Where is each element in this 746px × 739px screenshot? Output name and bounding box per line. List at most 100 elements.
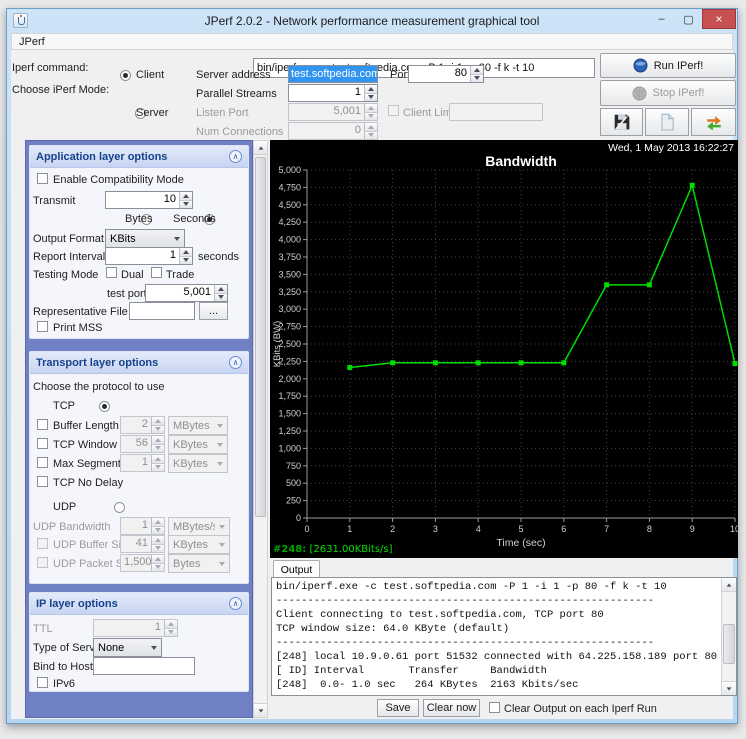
- restore-defaults-button[interactable]: [645, 108, 689, 136]
- output-scrollbar[interactable]: [721, 578, 736, 695]
- svg-text:250: 250: [286, 496, 301, 506]
- tcp-window-spinner: 56: [120, 435, 165, 453]
- refresh-button[interactable]: [691, 108, 736, 136]
- parallel-streams-spinner[interactable]: 1: [288, 84, 378, 102]
- report-interval-spinner[interactable]: 1: [105, 247, 193, 265]
- buffer-length-checkbox[interactable]: [37, 419, 48, 430]
- scroll-up-arrow[interactable]: [254, 141, 267, 155]
- stop-iperf-button: Stop IPerf!: [600, 80, 736, 106]
- maximize-button[interactable]: ▢: [675, 9, 702, 29]
- num-connections-spinner: 0: [288, 122, 378, 140]
- scroll-down-arrow[interactable]: [254, 703, 267, 717]
- print-mss-label[interactable]: Print MSS: [53, 322, 103, 334]
- client-radio-label[interactable]: Client: [136, 69, 164, 81]
- svg-text:500: 500: [286, 478, 301, 488]
- collapse-icon[interactable]: ∧: [229, 597, 242, 610]
- tos-dropdown[interactable]: None: [93, 638, 162, 657]
- bind-host-label: Bind to Host: [33, 661, 93, 673]
- udp-packet-spinner: 1,500: [120, 554, 165, 572]
- svg-text:0: 0: [304, 524, 309, 534]
- svg-text:4: 4: [476, 524, 481, 534]
- transmit-spinner[interactable]: 10: [105, 191, 193, 209]
- svg-text:0: 0: [296, 513, 301, 523]
- test-port-spinner[interactable]: 5,001: [145, 284, 228, 302]
- scroll-down-arrow[interactable]: [722, 681, 736, 695]
- output-text[interactable]: bin/iperf.exe -c test.softpedia.com -P 1…: [276, 580, 718, 693]
- bind-host-field[interactable]: [93, 657, 195, 675]
- options-scrollbar[interactable]: [253, 140, 268, 718]
- save-config-button[interactable]: [600, 108, 643, 136]
- ip-layer-header[interactable]: IP layer options ∧: [30, 593, 248, 615]
- transport-layer-header[interactable]: Transport layer options ∧: [30, 352, 248, 374]
- server-radio-label[interactable]: Server: [136, 107, 168, 119]
- clear-output-checkbox[interactable]: [489, 702, 500, 713]
- bandwidth-chart: Wed, 1 May 2013 16:22:27 Bandwidth 0 250 500…: [270, 140, 738, 558]
- max-segment-checkbox[interactable]: [37, 457, 48, 468]
- svg-text:7: 7: [604, 524, 609, 534]
- clear-output-label[interactable]: Clear Output on each Iperf Run: [504, 703, 657, 715]
- ipv6-checkbox[interactable]: [37, 677, 48, 688]
- selected-text: test.softpedia.com: [289, 66, 378, 82]
- tcp-radio[interactable]: [99, 401, 110, 412]
- output-tab[interactable]: Output: [273, 560, 320, 578]
- buffer-length-spinner: 2: [120, 416, 165, 434]
- client-radio[interactable]: [120, 70, 131, 81]
- ipv6-label[interactable]: IPv6: [53, 678, 75, 690]
- seconds-radio-label[interactable]: Seconds: [173, 213, 216, 225]
- report-interval-label: Report Interval: [33, 251, 105, 263]
- compat-mode-label[interactable]: Enable Compatibility Mode: [53, 174, 184, 186]
- svg-text:1,250: 1,250: [278, 426, 301, 436]
- udp-buffer-spinner: 41: [120, 535, 165, 553]
- output-format-dropdown[interactable]: KBits: [105, 229, 185, 248]
- clear-now-button[interactable]: Clear now: [423, 699, 480, 717]
- compat-mode-checkbox[interactable]: [37, 173, 48, 184]
- output-format-label: Output Format: [33, 233, 104, 245]
- print-mss-checkbox[interactable]: [37, 321, 48, 332]
- dual-label[interactable]: Dual: [121, 269, 144, 281]
- collapse-icon[interactable]: ∧: [229, 150, 242, 163]
- save-output-button[interactable]: Save: [377, 699, 419, 717]
- listen-port-label: Listen Port: [196, 107, 249, 119]
- chart-xlabel: Time (sec): [496, 537, 545, 549]
- scrollbar-thumb[interactable]: [723, 624, 735, 664]
- server-address-field[interactable]: test.softpedia.com: [288, 65, 378, 83]
- iperf-command-label: Iperf command:: [12, 62, 88, 74]
- stop-icon: [632, 86, 647, 101]
- tcp-radio-label[interactable]: TCP: [53, 400, 75, 412]
- chart-timestamp: Wed, 1 May 2013 16:22:27: [608, 142, 734, 154]
- close-button[interactable]: ×: [702, 9, 736, 29]
- chart-ylabel: KBits (BW): [272, 321, 283, 367]
- testing-mode-label: Testing Mode: [33, 269, 98, 281]
- representative-file-field[interactable]: [129, 302, 195, 320]
- scrollbar-thumb[interactable]: [255, 157, 266, 517]
- scroll-up-arrow[interactable]: [722, 578, 736, 592]
- trade-label[interactable]: Trade: [166, 269, 194, 281]
- trade-checkbox[interactable]: [151, 267, 162, 278]
- dual-checkbox[interactable]: [106, 267, 117, 278]
- svg-text:1: 1: [347, 524, 352, 534]
- menu-jperf[interactable]: JPerf: [12, 36, 52, 48]
- floppy-save-icon: [613, 113, 631, 131]
- protocol-label: Choose the protocol to use: [33, 381, 164, 393]
- chart-title: Bandwidth: [485, 153, 557, 169]
- svg-text:8: 8: [647, 524, 652, 534]
- tcp-window-checkbox[interactable]: [37, 438, 48, 449]
- svg-text:3,250: 3,250: [278, 287, 301, 297]
- minimize-button[interactable]: –: [648, 9, 675, 29]
- svg-text:4,750: 4,750: [278, 182, 301, 192]
- run-iperf-button[interactable]: Run IPerf!: [600, 53, 736, 78]
- tcp-no-delay-checkbox[interactable]: [37, 476, 48, 487]
- collapse-icon[interactable]: ∧: [229, 356, 242, 369]
- udp-radio-label[interactable]: UDP: [53, 501, 76, 513]
- ttl-spinner: 1: [93, 619, 178, 637]
- title-bar[interactable]: JPerf 2.0.2 - Network performance measur…: [7, 9, 737, 33]
- num-connections-label: Num Connections: [196, 126, 283, 138]
- buffer-length-label[interactable]: Buffer Length: [53, 420, 119, 432]
- browse-button[interactable]: ...: [199, 302, 228, 320]
- udp-buffer-checkbox: [37, 538, 48, 549]
- tcp-no-delay-label[interactable]: TCP No Delay: [53, 477, 123, 489]
- svg-text:750: 750: [286, 461, 301, 471]
- port-spinner[interactable]: 80: [408, 65, 484, 83]
- application-layer-header[interactable]: Application layer options ∧: [30, 146, 248, 168]
- bytes-radio-label[interactable]: Bytes: [125, 213, 153, 225]
